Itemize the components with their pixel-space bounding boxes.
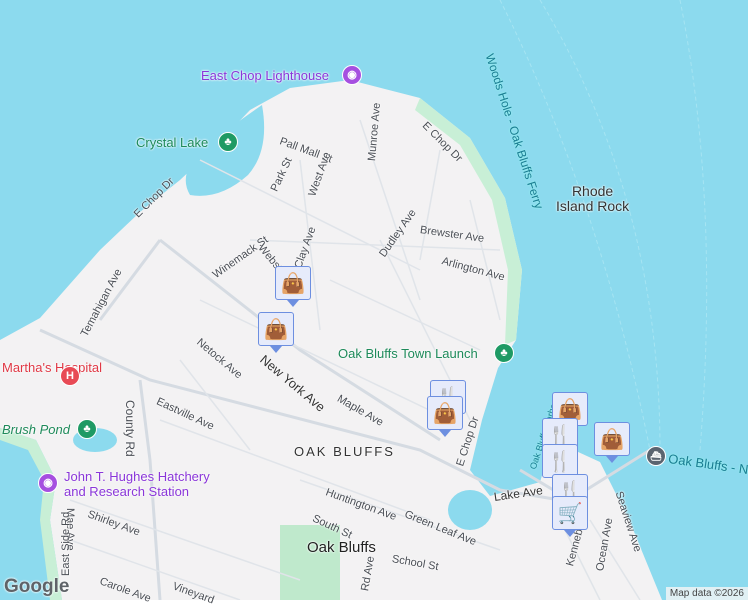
park-oak-bluffs <box>280 525 340 600</box>
town-label-caps: OAK BLUFFS <box>294 444 395 459</box>
poi-brush-pond[interactable]: Brush Pond <box>2 422 70 437</box>
fork-knife-icon: 🍴 <box>547 450 573 473</box>
shopping-marker[interactable]: 👜 <box>258 312 294 353</box>
shopping-marker[interactable]: 👜 <box>275 266 311 307</box>
hatchery-line1: John T. Hughes Hatchery <box>64 469 210 484</box>
shopping-bag-icon: 👜 <box>280 272 306 295</box>
poi-east-chop-lighthouse[interactable]: East Chop Lighthouse <box>201 68 329 83</box>
sunset-lake <box>448 490 492 530</box>
town-label: Oak Bluffs <box>307 539 376 556</box>
street-label: County Rd <box>123 400 137 457</box>
hospital-name: Martha's Hospital <box>2 360 103 375</box>
ferry-terminal-icon[interactable]: ⛴ <box>646 446 666 466</box>
camera-icon[interactable]: ◉ <box>342 65 362 85</box>
google-logo: Google <box>4 576 70 597</box>
poi-town-launch[interactable]: Oak Bluffs Town Launch <box>338 346 478 361</box>
map-attribution[interactable]: Map data ©2026 <box>665 587 748 600</box>
shopping-bag-icon: 👜 <box>599 428 625 451</box>
shopping-bag-icon: 👜 <box>263 318 289 341</box>
grocery-marker[interactable]: 🛒 <box>552 496 588 537</box>
map-canvas[interactable]: Woods Hole - Oak Bluffs Ferry Oak Bluffs… <box>0 0 748 606</box>
rock-line1: Rhode <box>571 183 614 199</box>
shopping-marker[interactable]: 👜 <box>594 422 630 463</box>
poi-hospital[interactable]: Martha's Hospital <box>2 360 102 375</box>
hospital-icon[interactable]: H <box>60 366 80 386</box>
shopping-bag-icon: 👜 <box>432 402 458 425</box>
rock-line2: Island Rock <box>556 198 630 214</box>
poi-hatchery[interactable]: John T. Hughes Hatchery and Research Stat… <box>64 469 210 499</box>
tree-icon[interactable]: ♣ <box>77 419 97 439</box>
rhode-island-rock-label: Rhode Island Rock <box>556 184 629 214</box>
tree-icon[interactable]: ♣ <box>494 343 514 363</box>
shopping-marker[interactable]: 👜 <box>427 396 463 437</box>
hatchery-line2: and Research Station <box>64 484 190 499</box>
shopping-cart-icon: 🛒 <box>557 502 583 525</box>
camera-icon[interactable]: ◉ <box>38 473 58 493</box>
poi-crystal-lake[interactable]: Crystal Lake <box>136 135 208 150</box>
street-label: East Side Rd <box>60 511 72 576</box>
tree-icon[interactable]: ♣ <box>218 132 238 152</box>
restaurant-marker[interactable]: 🍴 <box>542 444 578 485</box>
